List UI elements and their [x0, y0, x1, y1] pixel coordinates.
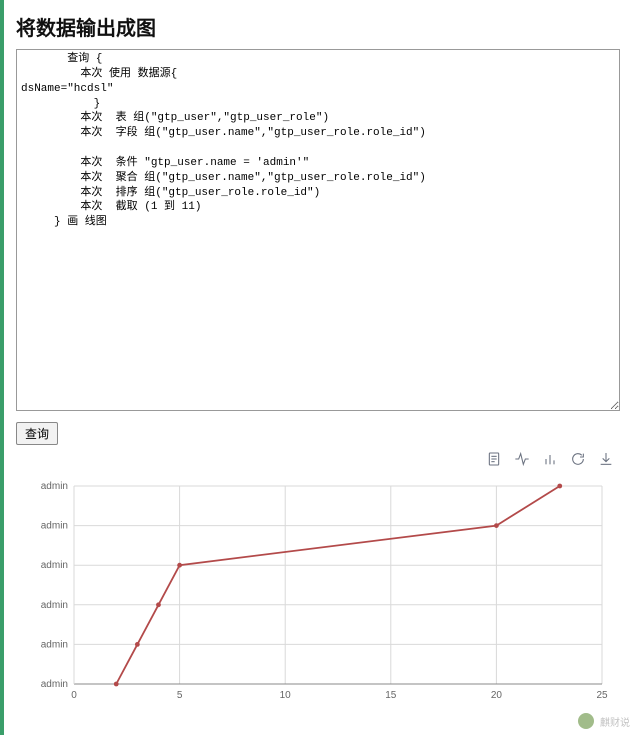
page-title: 将数据输出成图	[16, 12, 628, 41]
main-container: 将数据输出成图 查询 0 5 10 15 20 25 admin admin admin admi…	[0, 0, 640, 716]
watermark-text: 麒财说	[600, 714, 630, 729]
svg-text:15: 15	[385, 690, 397, 701]
svg-text:admin: admin	[41, 481, 68, 492]
svg-text:5: 5	[177, 690, 183, 701]
refresh-icon[interactable]	[570, 451, 586, 472]
svg-text:admin: admin	[41, 521, 68, 532]
chart-toolbar	[16, 451, 628, 472]
left-accent-bar	[0, 0, 4, 735]
svg-text:10: 10	[280, 690, 292, 701]
svg-text:0: 0	[71, 690, 77, 701]
svg-text:admin: admin	[41, 639, 68, 650]
svg-text:admin: admin	[41, 679, 68, 690]
activity-icon[interactable]	[514, 451, 530, 472]
svg-text:admin: admin	[41, 600, 68, 611]
download-icon[interactable]	[598, 451, 614, 472]
query-code-textarea[interactable]	[16, 49, 620, 411]
svg-text:25: 25	[596, 690, 608, 701]
watermark-badge-icon	[578, 713, 594, 729]
svg-text:admin: admin	[41, 560, 68, 571]
document-icon[interactable]	[486, 451, 502, 472]
query-button[interactable]: 查询	[16, 422, 58, 445]
watermark: 麒财说	[578, 713, 630, 729]
barchart-icon[interactable]	[542, 451, 558, 472]
line-chart: 0 5 10 15 20 25 admin admin admin admin admin admin	[16, 476, 620, 708]
svg-text:20: 20	[491, 690, 503, 701]
